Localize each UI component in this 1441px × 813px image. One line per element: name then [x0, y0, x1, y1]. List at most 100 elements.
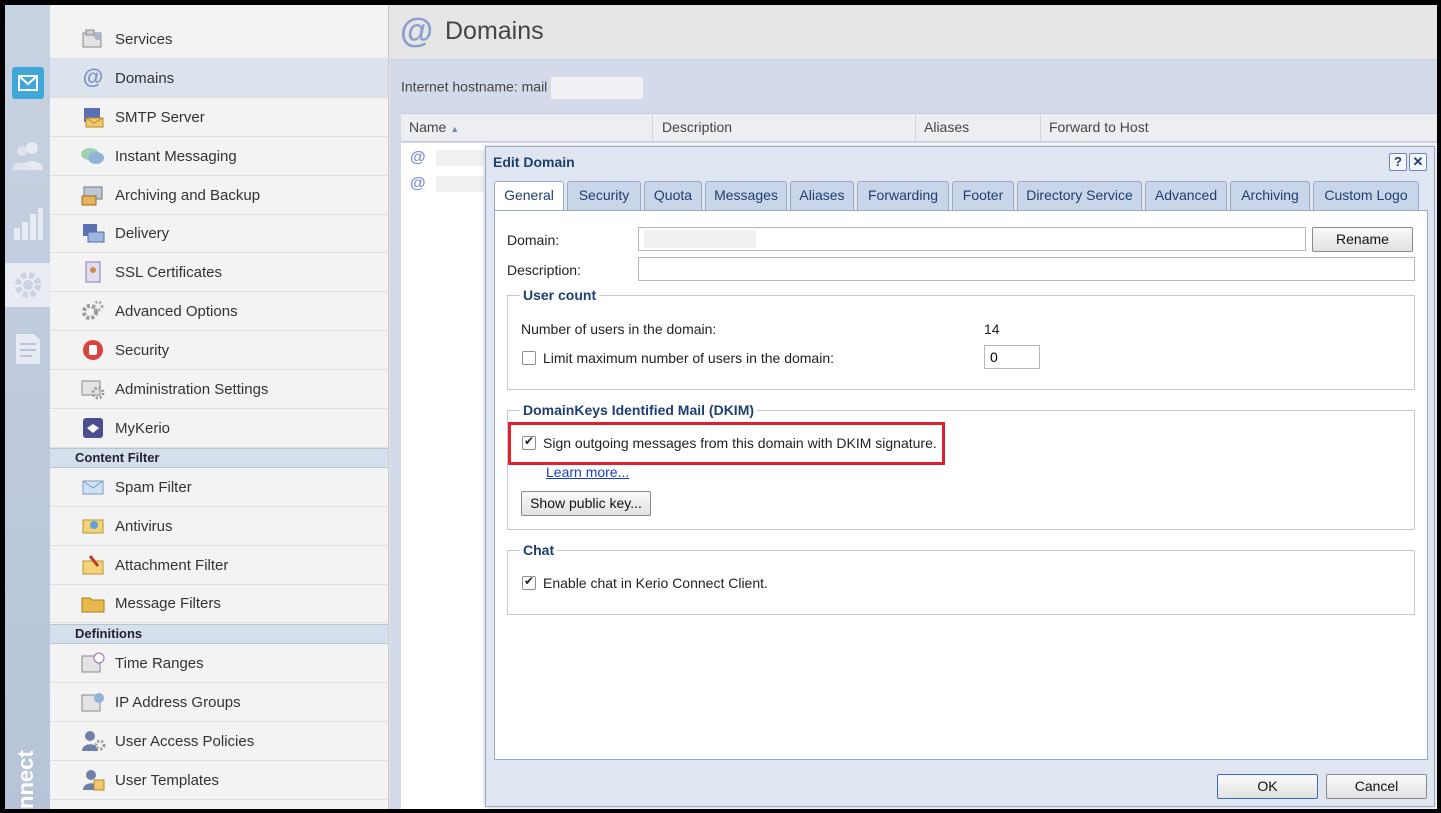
nav-item-administration-settings[interactable]: Administration Settings: [50, 370, 388, 409]
ip-groups-icon: [80, 690, 106, 714]
tab-general[interactable]: General: [494, 181, 564, 211]
domain-name-redacted: [435, 150, 484, 166]
tab-quota[interactable]: Quota: [644, 181, 702, 210]
nav-item-domains[interactable]: @ Domains: [50, 59, 388, 98]
rail-users[interactable]: [5, 133, 50, 177]
admin-settings-icon: [80, 377, 106, 401]
services-icon: [80, 27, 106, 51]
column-aliases[interactable]: Aliases: [916, 114, 1041, 141]
hostname-label: Internet hostname: mail: [401, 78, 548, 95]
rail-configuration[interactable]: [5, 263, 50, 307]
enable-chat-checkbox[interactable]: [522, 574, 536, 590]
general-tab-panel: Domain: Rename Description: User count N…: [494, 210, 1428, 760]
certificate-icon: [80, 260, 106, 284]
attachment-filter-icon: [80, 553, 106, 577]
spam-filter-icon: [80, 475, 106, 499]
hostname-redacted: [551, 77, 644, 99]
brand-text: nnect: [13, 750, 38, 809]
message-filters-icon: [80, 591, 106, 615]
archive-icon: [80, 183, 106, 207]
hostname-line: Internet hostname: mail: [401, 77, 644, 99]
domain-field[interactable]: [638, 227, 1306, 251]
enable-chat-label: Enable chat in Kerio Connect Client.: [543, 575, 768, 591]
chat-bubbles-icon: [80, 144, 106, 168]
column-name[interactable]: Name ▲: [401, 114, 653, 141]
nav-item-ip-address-groups[interactable]: IP Address Groups: [50, 683, 388, 722]
nav-item-ssl-certificates[interactable]: SSL Certificates: [50, 253, 388, 292]
nav-item-services[interactable]: Services: [50, 20, 388, 59]
tab-footer[interactable]: Footer: [952, 181, 1014, 210]
nav-item-time-ranges[interactable]: Time Ranges: [50, 644, 388, 683]
tab-custom-logo[interactable]: Custom Logo: [1313, 181, 1419, 210]
tab-advanced[interactable]: Advanced: [1145, 181, 1227, 210]
table-row[interactable]: @: [401, 171, 491, 197]
dkim-legend: DomainKeys Identified Mail (DKIM): [523, 402, 755, 418]
help-button[interactable]: ?: [1389, 153, 1407, 171]
tab-messages[interactable]: Messages: [705, 181, 787, 210]
document-icon: [15, 334, 40, 364]
rename-button[interactable]: Rename: [1312, 227, 1413, 252]
limit-users-checkbox[interactable]: [522, 351, 536, 365]
domain-name-redacted: [435, 176, 484, 192]
nav-item-archiving-backup[interactable]: Archiving and Backup: [50, 176, 388, 215]
nav-item-antivirus[interactable]: Antivirus: [50, 507, 388, 546]
bar-chart-icon: [13, 208, 43, 240]
nav-item-security[interactable]: Security: [50, 331, 388, 370]
nav-item-mykerio[interactable]: MyKerio: [50, 409, 388, 448]
nav-item-attachment-filter[interactable]: Attachment Filter: [50, 546, 388, 585]
antivirus-icon: [80, 514, 106, 538]
nav-item-user-access-policies[interactable]: User Access Policies: [50, 722, 388, 761]
time-ranges-icon: [80, 651, 106, 675]
show-public-key-button[interactable]: Show public key...: [521, 491, 651, 516]
mail-icon: [11, 67, 44, 99]
column-description[interactable]: Description: [654, 114, 916, 141]
tab-archiving[interactable]: Archiving: [1230, 181, 1310, 210]
nav-item-delivery[interactable]: Delivery: [50, 214, 388, 253]
domain-label: Domain:: [507, 232, 560, 248]
domains-grid-header: Name ▲ Description Aliases Forward to Ho…: [401, 113, 1437, 142]
limit-users-label: Limit maximum number of users in the dom…: [543, 350, 834, 366]
ok-button[interactable]: OK: [1217, 774, 1318, 799]
description-field[interactable]: [638, 257, 1415, 281]
column-forward-to-host[interactable]: Forward to Host: [1041, 114, 1437, 141]
sort-ascending-icon: ▲: [450, 124, 460, 134]
rail-stats[interactable]: [5, 201, 50, 245]
user-count-legend: User count: [523, 287, 597, 303]
user-templates-icon: [80, 768, 106, 792]
tab-aliases[interactable]: Aliases: [790, 181, 854, 210]
dkim-sign-checkbox[interactable]: [522, 434, 536, 450]
nav-item-user-templates[interactable]: User Templates: [50, 761, 388, 800]
nav-item-spam-filter[interactable]: Spam Filter: [50, 468, 388, 507]
app-window: nnect Services @ Domains SMTP Server Ins…: [5, 5, 1437, 809]
smtp-server-icon: [80, 105, 106, 129]
edit-domain-dialog: Edit Domain ? ✕ General Security Quota M…: [485, 146, 1435, 807]
section-content-filter: Content Filter: [50, 448, 388, 468]
user-access-icon: [80, 729, 106, 753]
nav-item-smtp-server[interactable]: SMTP Server: [50, 98, 388, 137]
tab-directory-service[interactable]: Directory Service: [1017, 181, 1142, 210]
description-label: Description:: [507, 262, 581, 278]
page-title: Domains: [445, 17, 544, 45]
tab-forwarding[interactable]: Forwarding: [857, 181, 949, 210]
users-count-label: Number of users in the domain:: [521, 321, 717, 337]
user-count-group: User count: [507, 287, 1415, 390]
nav-item-message-filters[interactable]: Message Filters: [50, 584, 388, 623]
nav-item-advanced-options[interactable]: Advanced Options: [50, 292, 388, 331]
domains-at-icon: @: [400, 12, 434, 50]
rail-logs[interactable]: [5, 327, 50, 371]
page-header: @ Domains: [390, 5, 1437, 60]
delivery-icon: [80, 221, 106, 245]
users-icon: [11, 142, 43, 170]
cancel-button[interactable]: Cancel: [1326, 774, 1427, 799]
at-icon: @: [410, 149, 426, 166]
nav-item-instant-messaging[interactable]: Instant Messaging: [50, 137, 388, 176]
section-definitions: Definitions: [50, 624, 388, 644]
table-row[interactable]: @: [401, 145, 491, 171]
rail-mail[interactable]: [5, 61, 50, 105]
learn-more-link[interactable]: Learn more...: [546, 464, 629, 480]
nav-list: Services @ Domains SMTP Server Instant M…: [50, 5, 389, 809]
limit-users-input[interactable]: [984, 345, 1040, 369]
tab-security[interactable]: Security: [567, 181, 641, 210]
close-button[interactable]: ✕: [1409, 153, 1427, 171]
domain-value-redacted: [644, 230, 756, 249]
